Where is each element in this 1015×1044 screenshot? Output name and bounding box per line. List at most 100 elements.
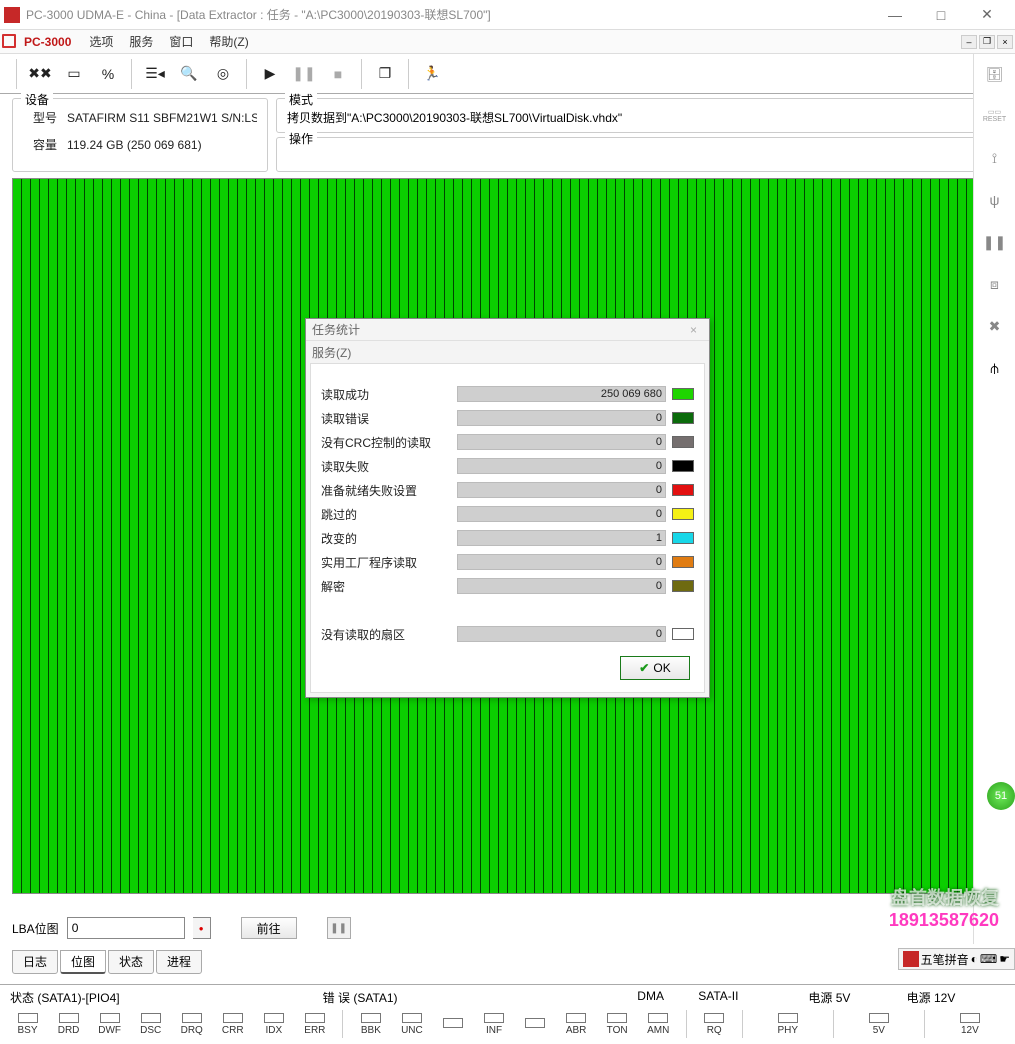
rt-measure-icon[interactable]: ⟟ — [981, 144, 1009, 172]
mdi-restore-button[interactable]: ❐ — [979, 35, 995, 49]
app-label: PC-3000 — [24, 35, 71, 49]
stat-swatch — [672, 412, 694, 424]
stat-swatch — [672, 556, 694, 568]
tool-play-button[interactable]: ▶ — [254, 60, 286, 88]
stat-value: 0 — [457, 578, 666, 594]
status-indicator-label: DRQ — [181, 1025, 203, 1036]
stat-value: 0 — [457, 506, 666, 522]
status-cell: UNC — [394, 1013, 429, 1036]
lba-input[interactable] — [67, 917, 185, 939]
status-cell: ERR — [297, 1013, 332, 1036]
tool-stop-button[interactable]: ■ — [322, 60, 354, 88]
status-indicator-label: ABR — [566, 1025, 587, 1036]
maximize-button[interactable]: □ — [927, 5, 955, 25]
status-indicator — [607, 1013, 627, 1023]
status-cell — [435, 1018, 470, 1030]
tool-drive-button[interactable]: ▭ — [58, 60, 90, 88]
tab-log[interactable]: 日志 — [12, 950, 58, 974]
status-indicator — [443, 1018, 463, 1028]
stat-value: 0 — [457, 434, 666, 450]
window-titlebar: PC-3000 UDMA-E - China - [Data Extractor… — [0, 0, 1015, 30]
ime-moon-icon[interactable]: ◐ — [971, 952, 978, 966]
goto-button[interactable]: 前往 — [241, 917, 297, 939]
mdi-minimize-button[interactable]: – — [961, 35, 977, 49]
ok-button[interactable]: ✔OK — [620, 656, 690, 680]
status-indicator — [869, 1013, 889, 1023]
capacity-label: 容量 — [33, 138, 57, 152]
status-indicator — [778, 1013, 798, 1023]
status-indicator — [361, 1013, 381, 1023]
rt-pause-icon[interactable]: ❚❚ — [981, 228, 1009, 256]
status-cell: INF — [476, 1013, 511, 1036]
tool-exit-button[interactable]: 🏃 — [416, 60, 448, 88]
status-indicator-label: CRR — [222, 1025, 244, 1036]
status-cell: BSY — [10, 1013, 45, 1036]
ime-bar[interactable]: 五笔拼音 ◐ ⌨ ☛ — [898, 948, 1015, 970]
stat-label: 读取失败 — [321, 458, 451, 475]
status-cell: 5V — [844, 1013, 914, 1036]
stat-value: 250 069 680 — [457, 386, 666, 402]
close-button[interactable]: ✕ — [973, 5, 1001, 25]
stat-row: 读取错误0 — [321, 406, 694, 430]
mode-fieldset: 模式 拷贝数据到"A:\PC3000\20190303-联想SL700\Virt… — [276, 98, 1003, 133]
lba-label: LBA位图 — [12, 920, 59, 937]
tool-copy-button[interactable]: ❐ — [369, 60, 401, 88]
menu-service[interactable]: 服务 — [121, 31, 161, 52]
rt-reset-button[interactable]: ▭▭RESET — [981, 102, 1009, 130]
status-cell: IDX — [256, 1013, 291, 1036]
stat-swatch — [672, 388, 694, 400]
status-indicator — [264, 1013, 284, 1023]
tool-target-button[interactable]: ◎ — [207, 60, 239, 88]
tool-percent-button[interactable]: % — [92, 60, 124, 88]
rt-antenna-icon[interactable]: ψ — [981, 186, 1009, 214]
status-cell: BBK — [353, 1013, 388, 1036]
status-indicator-label: 12V — [961, 1025, 979, 1036]
operation-legend: 操作 — [285, 130, 317, 147]
tool-search-button[interactable]: 🔍 — [173, 60, 205, 88]
menu-options[interactable]: 选项 — [81, 31, 121, 52]
bottom-tabs: 日志 位图 状态 进程 — [12, 950, 202, 974]
stat-swatch — [672, 460, 694, 472]
status-indicator — [141, 1013, 161, 1023]
lba-record-icon[interactable]: ● — [193, 917, 211, 939]
rt-chip-icon[interactable]: ⧈ — [981, 270, 1009, 298]
model-value: SATAFIRM S11 SBFM21W1 S/N:LSL — [67, 111, 257, 125]
status-indicator-label: DWF — [98, 1025, 121, 1036]
tab-process[interactable]: 进程 — [156, 950, 202, 974]
tool-pause-button[interactable]: ❚❚ — [288, 60, 320, 88]
rt-disconnect-icon[interactable]: ✖ — [981, 312, 1009, 340]
dialog-menu-service[interactable]: 服务(Z) — [312, 344, 351, 361]
minimize-button[interactable]: — — [881, 5, 909, 25]
menu-window[interactable]: 窗口 — [161, 31, 201, 52]
rt-database-icon[interactable]: 🗄 — [981, 60, 1009, 88]
stat-row: 跳过的 0 — [321, 502, 694, 526]
rt-link-icon[interactable]: ⫛ — [981, 354, 1009, 382]
stat-row-unread: 没有读取的扇区0 — [321, 622, 694, 646]
stat-row: 实用工厂程序读取0 — [321, 550, 694, 574]
status-indicator — [648, 1013, 668, 1023]
status-indicator — [182, 1013, 202, 1023]
badge-51[interactable]: 51 — [987, 782, 1015, 810]
status-indicator-label: RQ — [707, 1025, 722, 1036]
mdi-close-button[interactable]: × — [997, 35, 1013, 49]
tool-settings-button[interactable]: ✖✖ — [24, 60, 56, 88]
menu-help[interactable]: 帮助(Z) — [201, 31, 256, 52]
tab-status[interactable]: 状态 — [108, 950, 154, 974]
stat-value: 0 — [457, 626, 666, 642]
status-indicator — [223, 1013, 243, 1023]
ime-hand-icon[interactable]: ☛ — [999, 952, 1010, 966]
lba-pause-button[interactable]: ❚❚ — [327, 917, 351, 939]
stat-value: 0 — [457, 554, 666, 570]
status-header-5v: 电源 5V — [808, 989, 906, 1006]
status-indicator — [484, 1013, 504, 1023]
status-cell: 12V — [935, 1013, 1005, 1036]
tab-bitmap[interactable]: 位图 — [60, 950, 106, 974]
status-indicator — [566, 1013, 586, 1023]
tool-list-button[interactable]: ☰◂ — [139, 60, 171, 88]
status-indicator — [59, 1013, 79, 1023]
stat-value: 0 — [457, 410, 666, 426]
dialog-close-button[interactable]: × — [684, 323, 703, 337]
stat-label: 跳过的 — [321, 506, 451, 523]
app-small-icon — [2, 34, 18, 50]
ime-keyboard-icon[interactable]: ⌨ — [980, 952, 997, 966]
